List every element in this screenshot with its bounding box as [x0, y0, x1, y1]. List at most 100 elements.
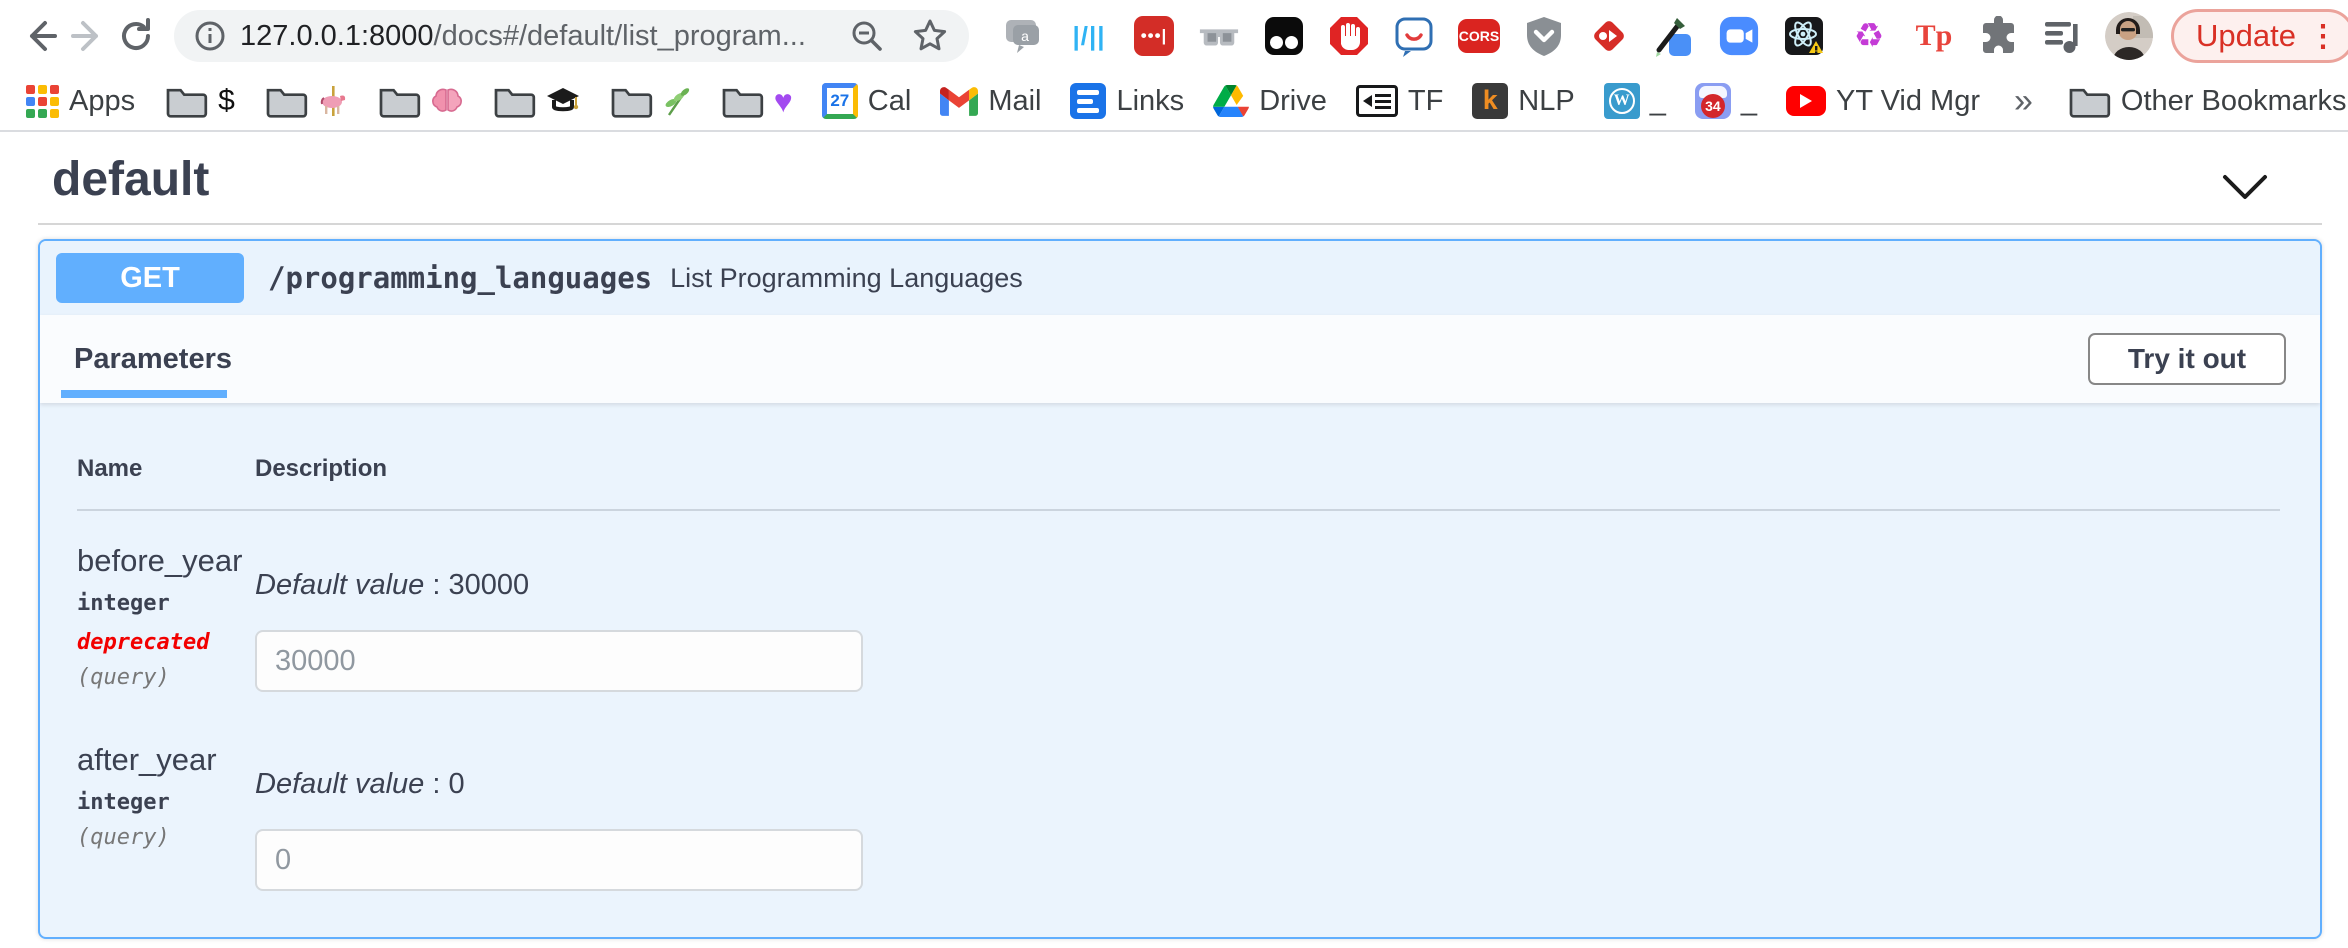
- bookmark-calendar34[interactable]: 34 _: [1687, 83, 1765, 119]
- bookmark-wordpress[interactable]: W _: [1596, 83, 1674, 119]
- parameter-name-cell: after_year integer (query): [77, 742, 255, 891]
- tag-title: default: [52, 152, 209, 207]
- purple-heart-icon: ♥: [774, 85, 793, 117]
- parameter-name: before_year: [77, 543, 255, 579]
- parameter-description-cell: Default value : 0: [255, 742, 2280, 891]
- active-tab-underline: [61, 390, 227, 398]
- before-year-input[interactable]: [255, 630, 863, 692]
- extension-row: a |/|| •••| CORS: [1003, 15, 2085, 57]
- color-picker-extension-icon[interactable]: [1653, 15, 1695, 57]
- bookmark-gmail[interactable]: Mail: [932, 85, 1049, 118]
- bookmark-folder-favorites[interactable]: ♥: [712, 83, 801, 119]
- bookmark-folder-herbs[interactable]: [601, 83, 699, 119]
- lastpass-extension-icon[interactable]: •••|: [1133, 15, 1175, 57]
- swagger-docs-page: default GET /programming_languages List …: [0, 132, 2348, 946]
- collapse-chevron-icon[interactable]: [2222, 173, 2268, 201]
- reload-icon[interactable]: [112, 12, 160, 60]
- column-description-header: Description: [255, 455, 2280, 483]
- bookmark-folder-school[interactable]: [484, 83, 588, 119]
- operation-summary[interactable]: GET /programming_languages List Programm…: [40, 241, 2320, 315]
- herb-icon: [663, 85, 691, 117]
- folder-icon: [720, 83, 764, 119]
- chat-smile-extension-icon[interactable]: [1393, 15, 1435, 57]
- url-host: 127.0.0.1:8000: [240, 20, 434, 52]
- youtube-icon: [1786, 86, 1826, 116]
- folder-icon: [164, 83, 208, 119]
- parameters-table: Name Description before_year integer dep…: [40, 403, 2320, 891]
- folder-icon: [609, 83, 653, 119]
- apps-grid-icon: [26, 85, 59, 118]
- url-text[interactable]: 127.0.0.1:8000/docs#/default/list_progra…: [240, 20, 849, 53]
- try-it-out-button[interactable]: Try it out: [2088, 333, 2286, 385]
- annotate-extension-icon[interactable]: a: [1003, 15, 1045, 57]
- deprecated-label: deprecated: [77, 630, 255, 655]
- wayback-extension-icon[interactable]: |/||: [1068, 15, 1110, 57]
- red-diamond-extension-icon[interactable]: [1588, 15, 1630, 57]
- bookmark-star-icon[interactable]: [911, 17, 949, 55]
- http-method-badge: GET: [56, 253, 244, 303]
- back-icon[interactable]: [16, 12, 64, 60]
- tp-extension-icon[interactable]: Tp: [1913, 15, 1955, 57]
- zoom-extension-icon[interactable]: [1718, 15, 1760, 57]
- bookmark-nlp[interactable]: k NLP: [1464, 83, 1582, 119]
- gmail-icon: [940, 87, 978, 116]
- forward-icon[interactable]: [64, 12, 112, 60]
- profile-avatar[interactable]: [2105, 12, 2153, 60]
- bookmark-folder-brain[interactable]: [369, 83, 471, 119]
- calendar-34-icon: 34: [1695, 83, 1731, 119]
- 3d-glasses-extension-icon[interactable]: [1198, 15, 1240, 57]
- other-bookmarks[interactable]: Other Bookmarks: [2059, 83, 2348, 119]
- default-value-line: Default value : 0: [255, 768, 2280, 801]
- default-value-line: Default value : 30000: [255, 569, 2280, 602]
- kebab-menu-icon[interactable]: ⋮: [2308, 19, 2338, 54]
- bookmark-youtube[interactable]: YT Vid Mgr: [1778, 85, 1988, 118]
- folder-icon: [2067, 83, 2111, 119]
- flashcard-audio-icon: [1356, 85, 1398, 117]
- operation-summary-text: List Programming Languages: [670, 263, 1023, 294]
- parameter-location: (query): [77, 665, 255, 690]
- bookmark-tf[interactable]: TF: [1348, 85, 1451, 118]
- parameter-name-cell: before_year integer deprecated (query): [77, 543, 255, 692]
- folder-icon: [377, 83, 421, 119]
- get-operation-block: GET /programming_languages List Programm…: [38, 239, 2322, 939]
- chrome-update-button[interactable]: Update ⋮: [2171, 9, 2348, 63]
- bookmark-links[interactable]: Links: [1062, 83, 1192, 119]
- keras-icon: k: [1472, 83, 1508, 119]
- parameter-type: integer: [77, 591, 255, 616]
- address-bar[interactable]: 127.0.0.1:8000/docs#/default/list_progra…: [174, 10, 969, 62]
- parameter-description-cell: Default value : 30000: [255, 543, 2280, 692]
- after-year-input[interactable]: [255, 829, 863, 891]
- bookmark-calendar[interactable]: 27 Cal: [814, 83, 920, 119]
- browser-window: 127.0.0.1:8000/docs#/default/list_progra…: [0, 0, 2348, 948]
- column-name-header: Name: [77, 455, 255, 483]
- update-label: Update: [2196, 18, 2296, 54]
- parameters-section-header: Parameters Try it out: [40, 315, 2320, 403]
- blocker-hand-extension-icon[interactable]: [1328, 15, 1370, 57]
- react-devtools-extension-icon[interactable]: [1783, 15, 1825, 57]
- extensions-puzzle-icon[interactable]: [1978, 15, 2020, 57]
- bookmark-apps[interactable]: Apps: [18, 85, 143, 118]
- bookmarks-overflow-icon[interactable]: »: [2014, 82, 2033, 121]
- tab-parameters[interactable]: Parameters: [74, 315, 232, 403]
- tag-divider: [38, 223, 2322, 225]
- folder-icon: [264, 83, 308, 119]
- bookmark-folder-carousel[interactable]: [256, 83, 356, 119]
- dark-reader-extension-icon[interactable]: [1263, 15, 1305, 57]
- bookmark-folder-finance[interactable]: $: [156, 83, 243, 119]
- parameter-type: integer: [77, 790, 255, 815]
- parameters-table-header: Name Description: [77, 455, 2280, 511]
- bookmark-drive[interactable]: Drive: [1205, 85, 1335, 118]
- shield-extension-icon[interactable]: [1523, 15, 1565, 57]
- cors-extension-icon[interactable]: CORS: [1458, 15, 1500, 57]
- site-info-icon[interactable]: [194, 20, 226, 52]
- zoom-out-icon[interactable]: [849, 18, 885, 54]
- parameter-name: after_year: [77, 742, 255, 778]
- tag-section-header[interactable]: default: [0, 132, 2348, 207]
- wordpress-icon: W: [1604, 83, 1640, 119]
- recycle-extension-icon[interactable]: ♻: [1848, 15, 1890, 57]
- brain-icon: [431, 87, 463, 115]
- google-calendar-icon: 27: [822, 83, 858, 119]
- operation-path: /programming_languages: [268, 261, 652, 295]
- playlist-extension-icon[interactable]: [2043, 15, 2085, 57]
- links-doc-icon: [1070, 83, 1106, 119]
